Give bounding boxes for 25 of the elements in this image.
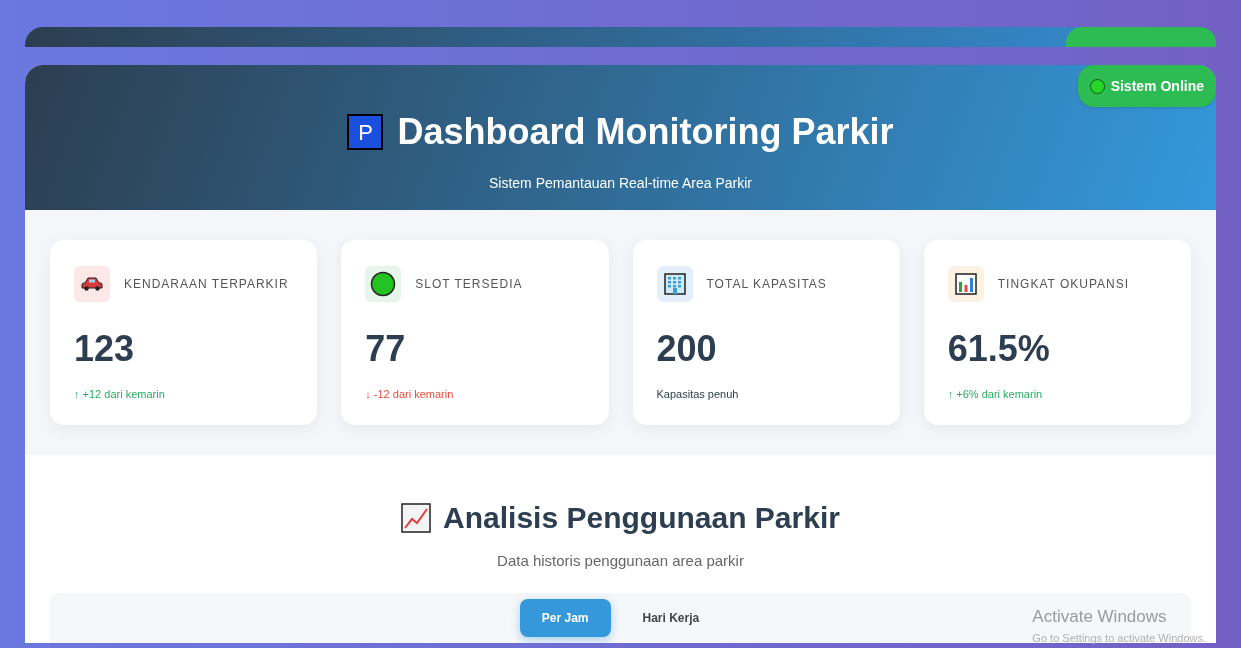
stat-value: 61.5%: [947, 327, 1051, 371]
tab[interactable]: Hari Kerja: [620, 598, 722, 637]
stat-value: 123: [74, 327, 136, 371]
stat-label: SLOT TERSEDIA: [415, 276, 523, 293]
section-title: Analisis Penggunaan Parkir: [443, 500, 840, 536]
stat-note: ↓ -12 dari kemarin: [365, 387, 455, 402]
section-subtitle: Data historis penggunaan area parkir: [497, 551, 744, 571]
line-chart-icon: [401, 502, 432, 533]
bar-chart-icon: [953, 272, 978, 296]
status-label: Sistem Online: [1110, 76, 1204, 96]
stat-note: Kapasitas penuh: [656, 387, 740, 402]
stat-value: 77: [365, 327, 407, 371]
stat-note: ↑ +6% dari kemarin: [947, 387, 1044, 402]
page-title: Dashboard Monitoring Parkir: [397, 110, 894, 154]
stat-value: 200: [656, 327, 718, 371]
car-icon: [81, 277, 103, 291]
activation-title: Activate Windows: [1032, 606, 1168, 628]
building-icon: [662, 272, 687, 296]
page-subtitle: Sistem Pemantauan Real-time Area Parkir: [489, 174, 752, 193]
stat-label: KENDARAAN TERPARKIR: [124, 276, 289, 293]
activation-text: Go to Settings to activate Windows.: [1032, 630, 1206, 646]
stat-note: ↑ +12 dari kemarin: [74, 387, 166, 402]
stat-label: TOTAL KAPASITAS: [706, 276, 827, 293]
logo-badge: P: [347, 114, 384, 150]
stat-label: TINGKAT OKUPANSI: [997, 276, 1130, 293]
